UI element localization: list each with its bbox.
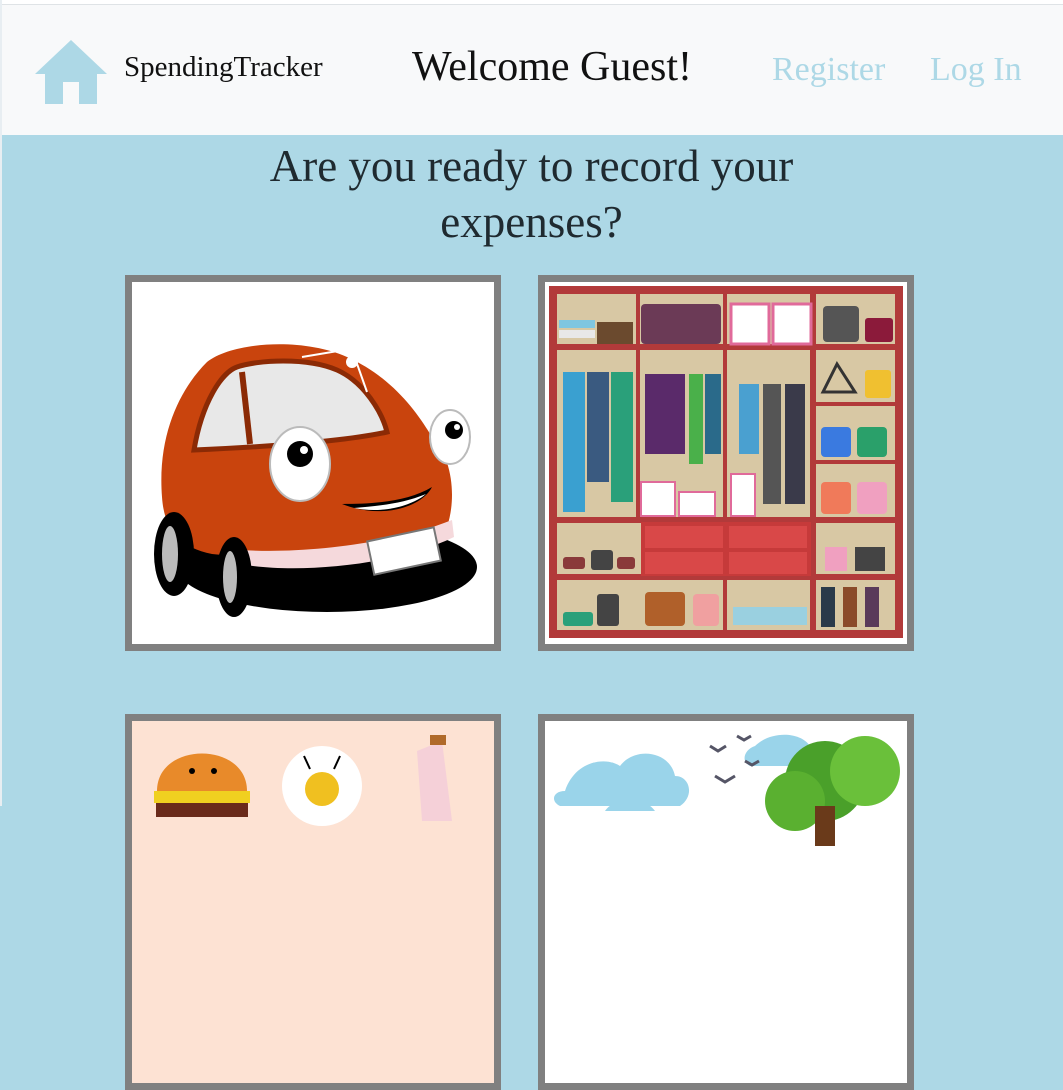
category-card-travel[interactable] [538, 714, 914, 1090]
nature-icon [545, 721, 907, 1083]
navbar: SpendingTracker Welcome Guest! Register … [2, 4, 1063, 135]
page-headline: Are you ready to record your expenses? [0, 138, 1063, 250]
login-link[interactable]: Log In [930, 51, 1022, 89]
category-card-clothing[interactable] [538, 275, 914, 651]
headline-line-1: Are you ready to record your [269, 141, 794, 191]
category-card-car[interactable] [125, 275, 501, 651]
register-link[interactable]: Register [772, 51, 885, 89]
wardrobe-icon [549, 286, 903, 638]
home-icon[interactable] [33, 38, 109, 106]
brand-name[interactable]: SpendingTracker [124, 51, 323, 84]
headline-line-2: expenses? [440, 197, 623, 247]
category-card-food[interactable] [125, 714, 501, 1090]
welcome-message: Welcome Guest! [412, 44, 693, 90]
food-icon [132, 721, 494, 1083]
car-icon [154, 306, 477, 617]
